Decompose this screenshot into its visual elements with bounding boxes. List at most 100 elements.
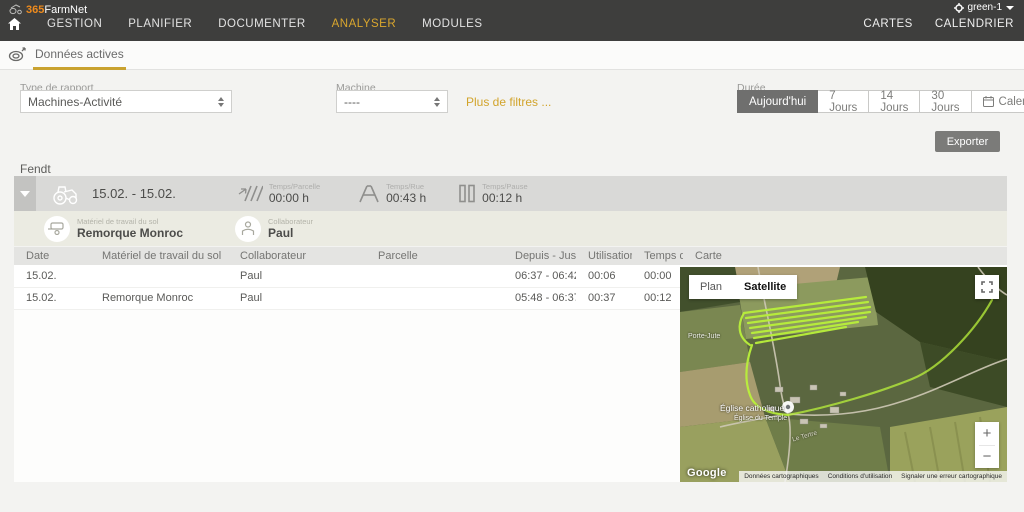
duration-calendar-button[interactable]: Calendrier: [972, 90, 1024, 113]
main-nav: GESTION PLANIFIER DOCUMENTER ANALYSER MO…: [8, 18, 483, 30]
user-menu[interactable]: green-1: [954, 2, 1014, 13]
equipment-label: Matériel de travail du sol: [77, 217, 183, 226]
equipment-summary: Matériel de travail du solRemorque Monro…: [44, 216, 183, 242]
cell-collaborateur: Paul: [228, 265, 366, 287]
report-type-value: Machines-Activité: [28, 95, 122, 109]
map-zoom-control: + −: [975, 422, 999, 468]
export-button[interactable]: Exporter: [935, 131, 1000, 152]
right-nav: CARTES CALENDRIER: [863, 18, 1014, 30]
duration-14days-label: 14 Jours: [880, 90, 908, 114]
metric-value: 00:00 h: [269, 191, 320, 205]
nav-planifier[interactable]: PLANIFIER: [128, 18, 192, 30]
attribution-report-link[interactable]: Signaler une erreur cartographique: [901, 473, 1002, 480]
attribution-data-link[interactable]: Données cartographiques: [744, 473, 818, 480]
tab-donnees-actives[interactable]: Données actives: [33, 41, 126, 70]
road-time-icon: [358, 184, 380, 203]
nav-calendrier[interactable]: CALENDRIER: [935, 18, 1014, 30]
attribution-terms-link[interactable]: Conditions d'utilisation: [828, 473, 892, 480]
pause-time-icon: [458, 184, 476, 203]
cell-temps-inactivite: 00:12: [632, 287, 683, 309]
metric-label: Temps/Parcelle: [269, 182, 320, 191]
machine-group-title: Fendt: [20, 162, 51, 176]
metric-temps-parcelle: Temps/Parcelle00:00 h: [238, 182, 320, 205]
duration-30days-label: 30 Jours: [931, 90, 959, 114]
summary-detail-row: Matériel de travail du solRemorque Monro…: [14, 211, 1007, 246]
farmnet-logo-icon: [8, 3, 23, 15]
more-filters-link[interactable]: Plus de filtres ...: [466, 95, 551, 109]
satellite-imagery: [680, 267, 1007, 482]
col-carte[interactable]: Carte: [683, 247, 1007, 265]
col-parcelle[interactable]: Parcelle: [366, 247, 503, 265]
cell-temps-inactivite: 00:00: [632, 265, 683, 287]
nav-documenter[interactable]: DOCUMENTER: [218, 18, 305, 30]
fullscreen-button[interactable]: [975, 275, 999, 299]
duration-7days-label: 7 Jours: [829, 90, 857, 114]
metric-temps-rue: Temps/Rue00:43 h: [358, 182, 426, 205]
map-place-label: Porte-Jute: [688, 333, 720, 340]
person-icon: [235, 216, 261, 242]
cell-utilisation: 00:37: [576, 287, 632, 309]
duration-30days-button[interactable]: 30 Jours: [920, 90, 971, 113]
duration-today-button[interactable]: Aujourd'hui: [737, 90, 818, 113]
active-data-icon: [8, 47, 28, 63]
collaborator-summary: CollaborateurPaul: [235, 216, 313, 242]
nav-modules[interactable]: MODULES: [422, 18, 482, 30]
top-bar: 365FarmNet green-1 GESTION PLANIFIER DOC…: [0, 0, 1024, 41]
select-spinner-icon: [434, 97, 440, 107]
duration-7days-button[interactable]: 7 Jours: [818, 90, 869, 113]
map-widget[interactable]: Porte-Jute Église catholique Église du T…: [680, 267, 1007, 482]
metric-temps-pause: Temps/Pause00:12 h: [458, 182, 527, 205]
zoom-out-button[interactable]: −: [975, 446, 999, 469]
farmnet-logo[interactable]: 365FarmNet: [8, 2, 87, 16]
cell-date: 15.02.: [14, 265, 90, 287]
cell-materiel: [90, 265, 228, 287]
collaborator-value: Paul: [268, 226, 313, 240]
duration-14days-button[interactable]: 14 Jours: [869, 90, 920, 113]
collaborator-label: Collaborateur: [268, 217, 313, 226]
tab-bar: Données actives: [0, 41, 1024, 70]
col-date[interactable]: Date: [14, 247, 90, 265]
google-logo[interactable]: Google: [687, 467, 727, 479]
logo-farmnet: FarmNet: [44, 4, 87, 16]
cell-utilisation: 00:06: [576, 265, 632, 287]
cell-materiel: Remorque Monroc: [90, 287, 228, 309]
zoom-in-button[interactable]: +: [975, 422, 999, 445]
tab-label: Données actives: [35, 47, 124, 61]
field-time-icon: [238, 184, 263, 203]
col-materiel[interactable]: Matériel de travail du sol: [90, 247, 228, 265]
metric-value: 00:43 h: [386, 191, 426, 205]
map-poi-label: Église catholique: [720, 403, 784, 413]
chevron-down-icon: [1006, 6, 1014, 10]
metric-value: 00:12 h: [482, 191, 527, 205]
cell-date: 15.02.: [14, 287, 90, 309]
col-utilisation[interactable]: Utilisation: [576, 247, 632, 265]
summary-row[interactable]: 15.02. - 15.02. Temps/Parcelle00:00 h Te…: [14, 176, 1007, 211]
home-icon[interactable]: [8, 18, 21, 30]
metric-label: Temps/Pause: [482, 182, 527, 191]
duration-calendar-label: Calendrier: [999, 96, 1024, 108]
user-name: green-1: [968, 2, 1002, 13]
nav-gestion[interactable]: GESTION: [47, 18, 102, 30]
map-type-plan[interactable]: Plan: [689, 275, 733, 299]
nav-cartes[interactable]: CARTES: [863, 18, 912, 30]
duration-today-label: Aujourd'hui: [749, 96, 806, 108]
map-type-satellite[interactable]: Satellite: [733, 275, 797, 299]
machine-select[interactable]: ----: [336, 90, 448, 113]
col-depuis-jusqua[interactable]: Depuis - Jusqu'à: [503, 247, 576, 265]
map-type-control: Plan Satellite: [689, 275, 797, 299]
nav-analyser[interactable]: ANALYSER: [332, 18, 397, 30]
calendar-icon: [983, 96, 994, 107]
map-poi-label: Église du Temple: [734, 415, 787, 422]
gear-icon: [954, 3, 964, 13]
duration-button-group: Aujourd'hui 7 Jours 14 Jours 30 Jours Ca…: [737, 90, 1024, 113]
cell-parcelle: [366, 265, 503, 287]
map-attribution: Données cartographiques Conditions d'uti…: [739, 471, 1007, 482]
chevron-down-icon: [20, 191, 30, 197]
cell-collaborateur: Paul: [228, 287, 366, 309]
col-collaborateur[interactable]: Collaborateur: [228, 247, 366, 265]
collapse-toggle[interactable]: [14, 176, 36, 211]
col-temps-inactivite[interactable]: Temps d'in...: [632, 247, 683, 265]
report-type-select[interactable]: Machines-Activité: [20, 90, 232, 113]
table-header-row: Date Matériel de travail du sol Collabor…: [14, 247, 1007, 265]
logo-365: 365: [26, 4, 44, 16]
